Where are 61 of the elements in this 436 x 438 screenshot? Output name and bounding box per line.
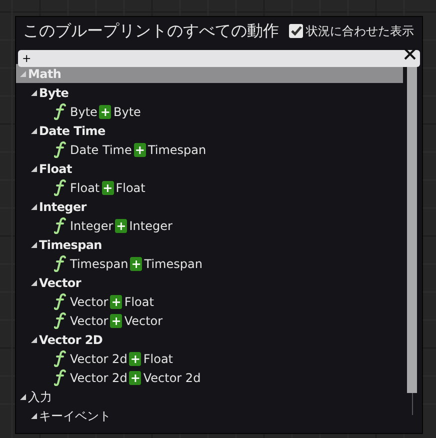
function-icon bbox=[54, 369, 66, 386]
category-label: Integer bbox=[39, 198, 86, 216]
category-row[interactable]: Float bbox=[16, 159, 404, 178]
action-label: Float + Float bbox=[70, 180, 146, 196]
expanded-triangle-icon[interactable] bbox=[30, 126, 38, 134]
action-row[interactable]: Vector + Float bbox=[16, 292, 404, 311]
category-label: Vector bbox=[39, 274, 81, 292]
action-row[interactable]: Byte + Byte bbox=[16, 102, 404, 121]
action-row[interactable]: Vector 2d + Vector 2d bbox=[16, 368, 404, 387]
checkbox[interactable] bbox=[289, 24, 303, 38]
action-row[interactable]: Vector 2d + Float bbox=[16, 349, 404, 368]
action-label: Byte + Byte bbox=[70, 104, 141, 120]
function-icon bbox=[54, 217, 66, 234]
action-label: Vector 2d + Float bbox=[70, 350, 174, 368]
function-icon bbox=[54, 179, 66, 196]
expanded-triangle-icon[interactable] bbox=[30, 278, 38, 286]
category-row[interactable]: Timespan bbox=[16, 235, 404, 254]
category-label: Byte bbox=[39, 84, 69, 102]
action-row[interactable]: Date Time + Timespan bbox=[16, 140, 404, 159]
category-label: Math bbox=[28, 66, 62, 82]
expanded-triangle-icon[interactable] bbox=[30, 202, 38, 210]
category-label: Float bbox=[39, 160, 72, 178]
function-icon bbox=[54, 141, 66, 158]
action-label: Vector 2d + Vector 2d bbox=[70, 370, 201, 386]
action-label: Date Time + Timespan bbox=[70, 142, 206, 158]
category-row[interactable]: Vector 2D bbox=[16, 330, 404, 349]
function-icon bbox=[54, 103, 66, 120]
category-row[interactable]: Vector bbox=[16, 273, 404, 292]
function-icon bbox=[54, 293, 66, 310]
action-label: Vector + Float bbox=[70, 294, 154, 310]
category-label: Vector 2D bbox=[39, 332, 103, 348]
panel-title: このブループリントのすべての動作 bbox=[23, 20, 279, 42]
expanded-triangle-icon[interactable] bbox=[30, 240, 38, 248]
expanded-triangle-icon[interactable] bbox=[30, 412, 38, 420]
expanded-triangle-icon[interactable] bbox=[30, 88, 38, 96]
function-icon bbox=[54, 350, 66, 367]
category-row[interactable]: Date Time bbox=[16, 121, 404, 140]
expanded-triangle-icon[interactable] bbox=[30, 164, 38, 172]
expanded-triangle-icon[interactable] bbox=[30, 336, 38, 344]
expanded-triangle-icon[interactable] bbox=[19, 392, 27, 400]
checkbox-label: 状況に合わせた表示 bbox=[306, 23, 414, 40]
function-icon bbox=[54, 255, 66, 272]
function-icon bbox=[54, 312, 66, 329]
category-row[interactable]: Byte bbox=[16, 83, 404, 102]
action-label: Integer + Integer bbox=[70, 218, 172, 234]
action-row[interactable]: Vector + Vector bbox=[16, 311, 404, 330]
action-row[interactable]: Timespan + Timespan bbox=[16, 254, 404, 273]
action-label: Vector + Vector bbox=[70, 312, 163, 330]
category-row[interactable]: キーイベント bbox=[16, 406, 404, 425]
category-label: Date Time bbox=[39, 122, 106, 140]
action-label: Timespan + Timespan bbox=[70, 256, 202, 272]
category-row[interactable]: 入力 bbox=[16, 387, 404, 406]
check-icon bbox=[290, 26, 302, 36]
category-label: 入力 bbox=[28, 388, 52, 406]
search-field[interactable]: + bbox=[18, 50, 420, 67]
close-icon[interactable] bbox=[403, 46, 417, 60]
action-row[interactable]: Float + Float bbox=[16, 178, 404, 197]
action-row[interactable]: Integer + Integer bbox=[16, 216, 404, 235]
category-row[interactable]: Integer bbox=[16, 197, 404, 216]
category-label: Timespan bbox=[39, 236, 102, 254]
category-label: キーイベント bbox=[39, 408, 111, 424]
